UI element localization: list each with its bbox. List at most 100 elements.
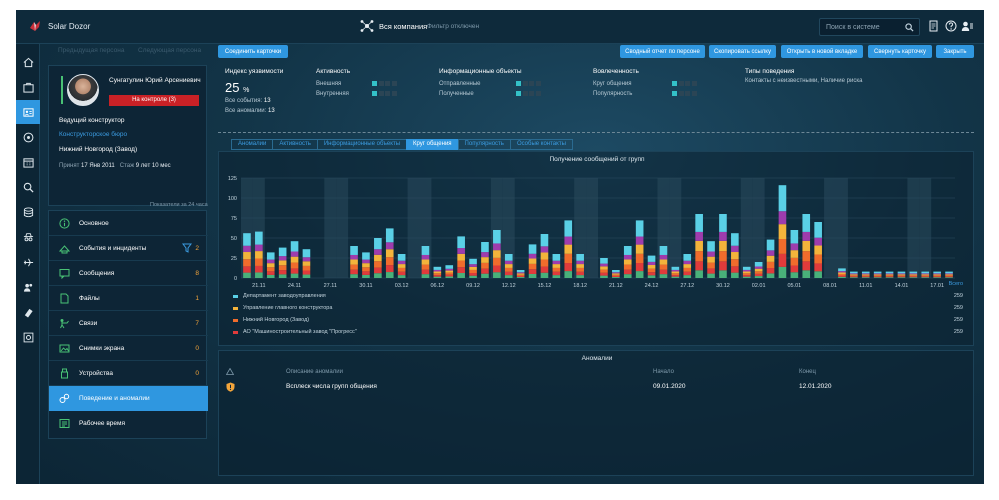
- y-tick-label: 100: [228, 196, 237, 202]
- bar-segment: [885, 274, 894, 276]
- bar-segment: [742, 271, 751, 274]
- rail-item-dashboard[interactable]: [16, 75, 40, 99]
- bar-segment: [445, 265, 454, 269]
- column-start[interactable]: Начало: [653, 369, 674, 375]
- anomaly-description[interactable]: Всплеск числа групп общения: [286, 383, 377, 390]
- weekend-band: [919, 178, 932, 278]
- rail-item-search[interactable]: [16, 175, 40, 199]
- tab-anomalies[interactable]: Аномалии: [231, 139, 274, 150]
- category-label: Связи: [79, 320, 98, 327]
- rail-item-persons[interactable]: [16, 100, 40, 124]
- rail-item-traffic[interactable]: [16, 250, 40, 274]
- column-description[interactable]: Описание аномалии: [286, 369, 343, 375]
- activity-internal-meter: [372, 91, 397, 96]
- rail-item-calendar[interactable]: [16, 150, 40, 174]
- bar-segment: [778, 266, 787, 278]
- search-input[interactable]: [826, 22, 900, 33]
- tab-communication-circle[interactable]: Круг общения: [406, 139, 459, 150]
- legend-item[interactable]: Управление главного конструктора 259: [233, 304, 963, 314]
- bar-segment: [540, 234, 549, 247]
- bar-segment: [540, 252, 549, 260]
- legend-swatch: [233, 331, 238, 334]
- bar-segment: [933, 276, 941, 278]
- merge-cards-button[interactable]: Соединить карточки: [218, 45, 288, 58]
- bar-segment: [457, 248, 465, 254]
- next-person-link[interactable]: Следующая персона: [138, 47, 201, 54]
- collapse-card-button[interactable]: Свернуть карточку: [868, 45, 932, 58]
- category-files[interactable]: Файлы 1: [49, 286, 208, 311]
- bar-segment: [719, 231, 727, 241]
- bar-segment: [266, 263, 275, 268]
- search-icon[interactable]: [905, 23, 914, 32]
- rail-item-archive[interactable]: [16, 200, 40, 224]
- bar-segment: [766, 250, 775, 256]
- level-box: [372, 91, 377, 96]
- bar-segment: [421, 269, 430, 275]
- anomalies-title: Аномалии: [581, 355, 613, 362]
- open-new-tab-button[interactable]: Открыть в новой вкладке: [781, 45, 863, 58]
- bar-segment: [612, 273, 620, 275]
- x-tick-label: 15.12: [538, 283, 552, 289]
- category-links[interactable]: Связи 7: [49, 311, 208, 336]
- rail-item-policies[interactable]: [16, 125, 40, 149]
- bar-segment: [564, 263, 573, 272]
- bar-segment: [266, 274, 275, 278]
- user-menu-icon[interactable]: [961, 20, 973, 32]
- bar-segment: [278, 260, 287, 266]
- legend-item[interactable]: Нижний Новгород (Завод) 259: [233, 316, 963, 326]
- x-tick-label: 11.01: [859, 283, 872, 289]
- bar-segment: [243, 266, 251, 273]
- column-end[interactable]: Конец: [799, 369, 816, 375]
- tab-info-objects[interactable]: Информационные объекты: [316, 139, 408, 150]
- x-tick-label: 18.12: [573, 283, 587, 289]
- prev-person-link[interactable]: Предыдущая персона: [58, 47, 124, 54]
- rail-item-settings[interactable]: [16, 325, 40, 349]
- bar-segment: [873, 275, 882, 277]
- category-worktime[interactable]: Рабочее время: [49, 411, 208, 436]
- tab-popularity[interactable]: Популярность: [457, 139, 511, 150]
- bar-segment: [635, 220, 644, 237]
- bar-segment: [921, 275, 930, 277]
- category-messages[interactable]: Сообщения 8: [49, 261, 208, 286]
- category-list: Основное События и инциденты 2 Сообщения…: [48, 210, 208, 439]
- legend-item[interactable]: Департамент заводоуправления 259: [233, 292, 963, 302]
- legend-total-label[interactable]: Всего: [949, 281, 963, 287]
- rail-item-users[interactable]: [16, 275, 40, 299]
- company-selector[interactable]: Вся компания: [379, 22, 427, 31]
- control-status-badge[interactable]: На контроле (3): [109, 95, 199, 106]
- category-screenshots[interactable]: Снимки экрана 0: [49, 336, 208, 361]
- level-box: [522, 91, 528, 96]
- bar-segment: [600, 272, 608, 276]
- rail-item-detectives[interactable]: [16, 225, 40, 249]
- bar-segment: [385, 228, 394, 243]
- tab-activity[interactable]: Активность: [272, 139, 318, 150]
- org-structure-icon[interactable]: [360, 19, 374, 33]
- tab-special-contacts[interactable]: Особые контакты: [509, 139, 573, 150]
- bar-segment: [255, 272, 263, 278]
- bar-segment: [576, 271, 584, 276]
- bar-segment: [504, 275, 513, 278]
- bar-segment: [612, 277, 620, 278]
- summary-report-button[interactable]: Сводный отчет по персоне: [620, 45, 705, 58]
- reports-icon[interactable]: [928, 20, 940, 32]
- bar-segment: [754, 268, 763, 272]
- category-main[interactable]: Основное: [49, 211, 208, 236]
- category-devices[interactable]: Устройства 0: [49, 361, 208, 386]
- department-link[interactable]: Конструкторское бюро: [59, 131, 127, 138]
- bar-segment: [814, 222, 822, 238]
- vulnerability-number: 25: [225, 80, 240, 95]
- rail-item-home[interactable]: [16, 50, 40, 74]
- filter-icon[interactable]: [182, 243, 192, 253]
- level-box: [378, 91, 384, 96]
- bar-segment: [255, 231, 263, 245]
- copy-link-button[interactable]: Скопировать ссылку: [709, 45, 776, 58]
- category-behavior[interactable]: Поведение и аномалии: [49, 386, 208, 411]
- rail-item-notes[interactable]: [16, 300, 40, 324]
- category-events[interactable]: События и инциденты 2: [49, 236, 208, 261]
- bar-segment: [397, 264, 406, 268]
- legend-item[interactable]: АО "Машиностроительный завод "Прогресс" …: [233, 328, 963, 338]
- bar-segment: [612, 272, 620, 274]
- help-icon[interactable]: [945, 20, 957, 32]
- close-button[interactable]: Закрыть: [936, 45, 974, 58]
- bar-segment: [778, 224, 787, 240]
